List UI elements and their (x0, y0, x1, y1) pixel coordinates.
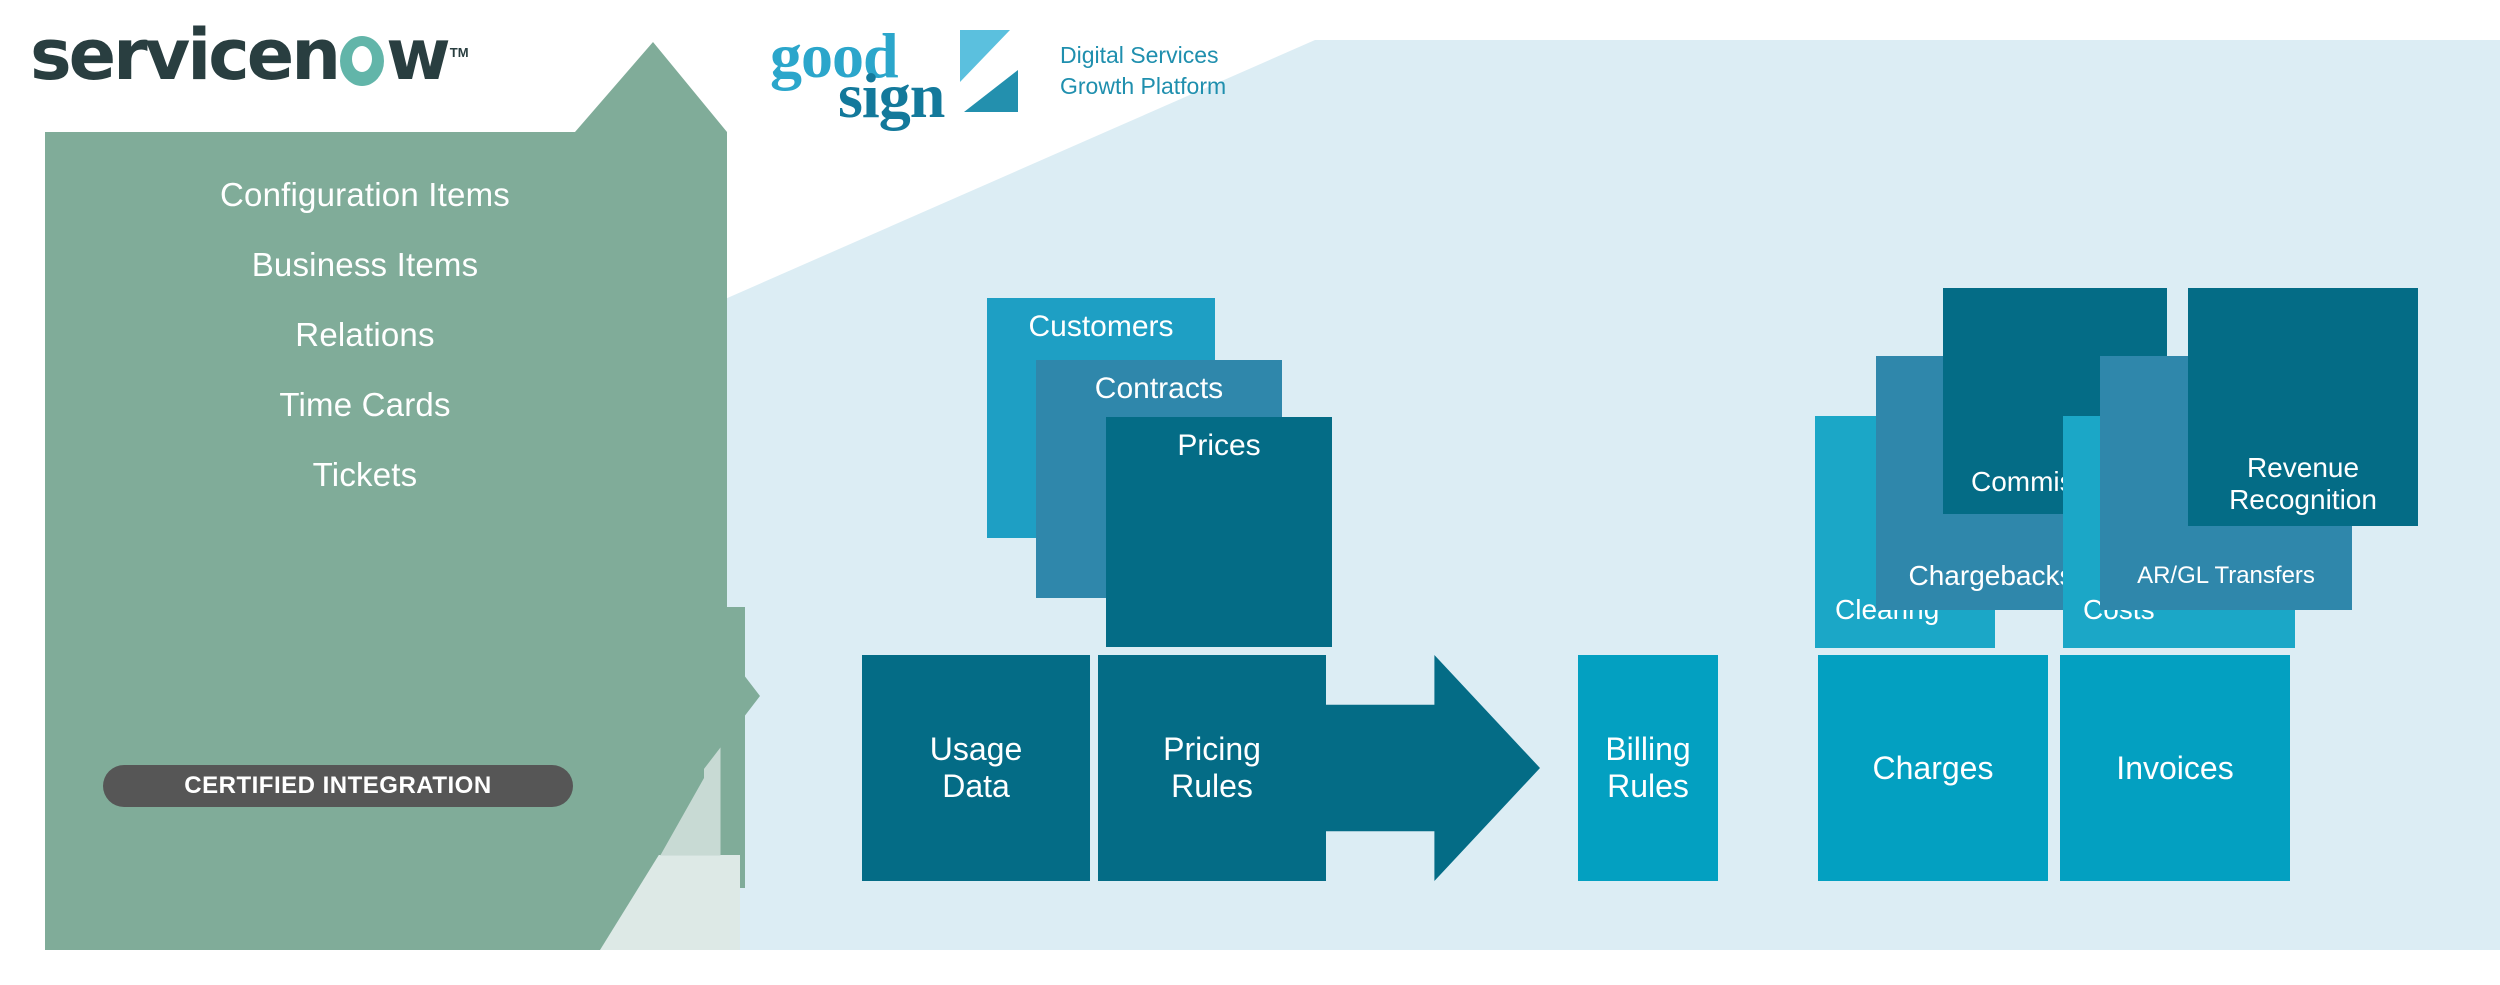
goodsign-logo: good sign Digital Services Growth Platfo… (770, 22, 1330, 132)
certified-integration-badge-label: CERTIFIED INTEGRATION (184, 772, 492, 799)
card-prices[interactable]: Prices (1106, 417, 1332, 647)
certified-integration-badge: CERTIFIED INTEGRATION (103, 765, 573, 807)
goodsign-tagline-line1: Digital Services (1060, 42, 1219, 68)
goodsign-checkmark-icon (960, 30, 1028, 112)
card-invoices-label: Invoices (2116, 749, 2234, 786)
goodsign-tagline-line2: Growth Platform (1060, 73, 1227, 100)
sidebar-item-label: Configuration Items (220, 176, 510, 213)
card-contracts-label: Contracts (1094, 372, 1224, 405)
sidebar-item-tickets[interactable]: Tickets (45, 440, 685, 510)
sidebar-item-label: Business Items (251, 246, 479, 283)
servicenow-logo-text-after: w (386, 14, 451, 96)
sidebar-item-label: Relations (295, 316, 435, 353)
servicenow-logo-text-before: servicen (30, 14, 341, 96)
card-pricing-rules-label: Pricing Rules (1163, 731, 1261, 804)
card-charges[interactable]: Charges (1818, 655, 2048, 881)
o-ring-icon (339, 35, 385, 87)
card-charges-label: Charges (1872, 749, 1994, 786)
sidebar-item-time-cards[interactable]: Time Cards (45, 370, 685, 440)
servicenow-object-list: Configuration Items Business Items Relat… (45, 160, 685, 510)
goodsign-tagline: Digital Services Growth Platform (1060, 40, 1226, 102)
card-usage-data-label: Usage Data (929, 731, 1023, 804)
card-billing-rules-label: Billing Rules (1605, 731, 1691, 804)
card-revenue-recognition[interactable]: Revenue Recognition (2188, 288, 2418, 526)
card-pricing-rules[interactable]: Pricing Rules (1098, 655, 1326, 881)
sidebar-item-configuration-items[interactable]: Configuration Items (45, 160, 685, 230)
sidebar-item-relations[interactable]: Relations (45, 300, 685, 370)
trademark-mark: TM (449, 45, 469, 60)
card-invoices[interactable]: Invoices (2060, 655, 2290, 881)
card-ar-gl-transfers-label: AR/GL Transfers (2137, 562, 2315, 590)
card-revenue-recognition-label: Revenue Recognition (2229, 451, 2377, 515)
card-prices-label: Prices (1177, 429, 1261, 462)
card-chargebacks-label: Chargebacks (1908, 559, 2074, 591)
card-customers-label: Customers (1028, 310, 1174, 343)
sidebar-item-business-items[interactable]: Business Items (45, 230, 685, 300)
card-usage-data[interactable]: Usage Data (862, 655, 1090, 881)
diagram-canvas: servicen w TM good sign Digital Services G… (0, 0, 2500, 985)
servicenow-logo: servicen w TM (30, 20, 469, 90)
goodsign-logo-word-sign: sign (838, 60, 945, 131)
card-billing-rules[interactable]: Billing Rules (1578, 655, 1718, 881)
sidebar-item-label: Time Cards (279, 386, 451, 423)
sidebar-item-label: Tickets (312, 456, 418, 493)
